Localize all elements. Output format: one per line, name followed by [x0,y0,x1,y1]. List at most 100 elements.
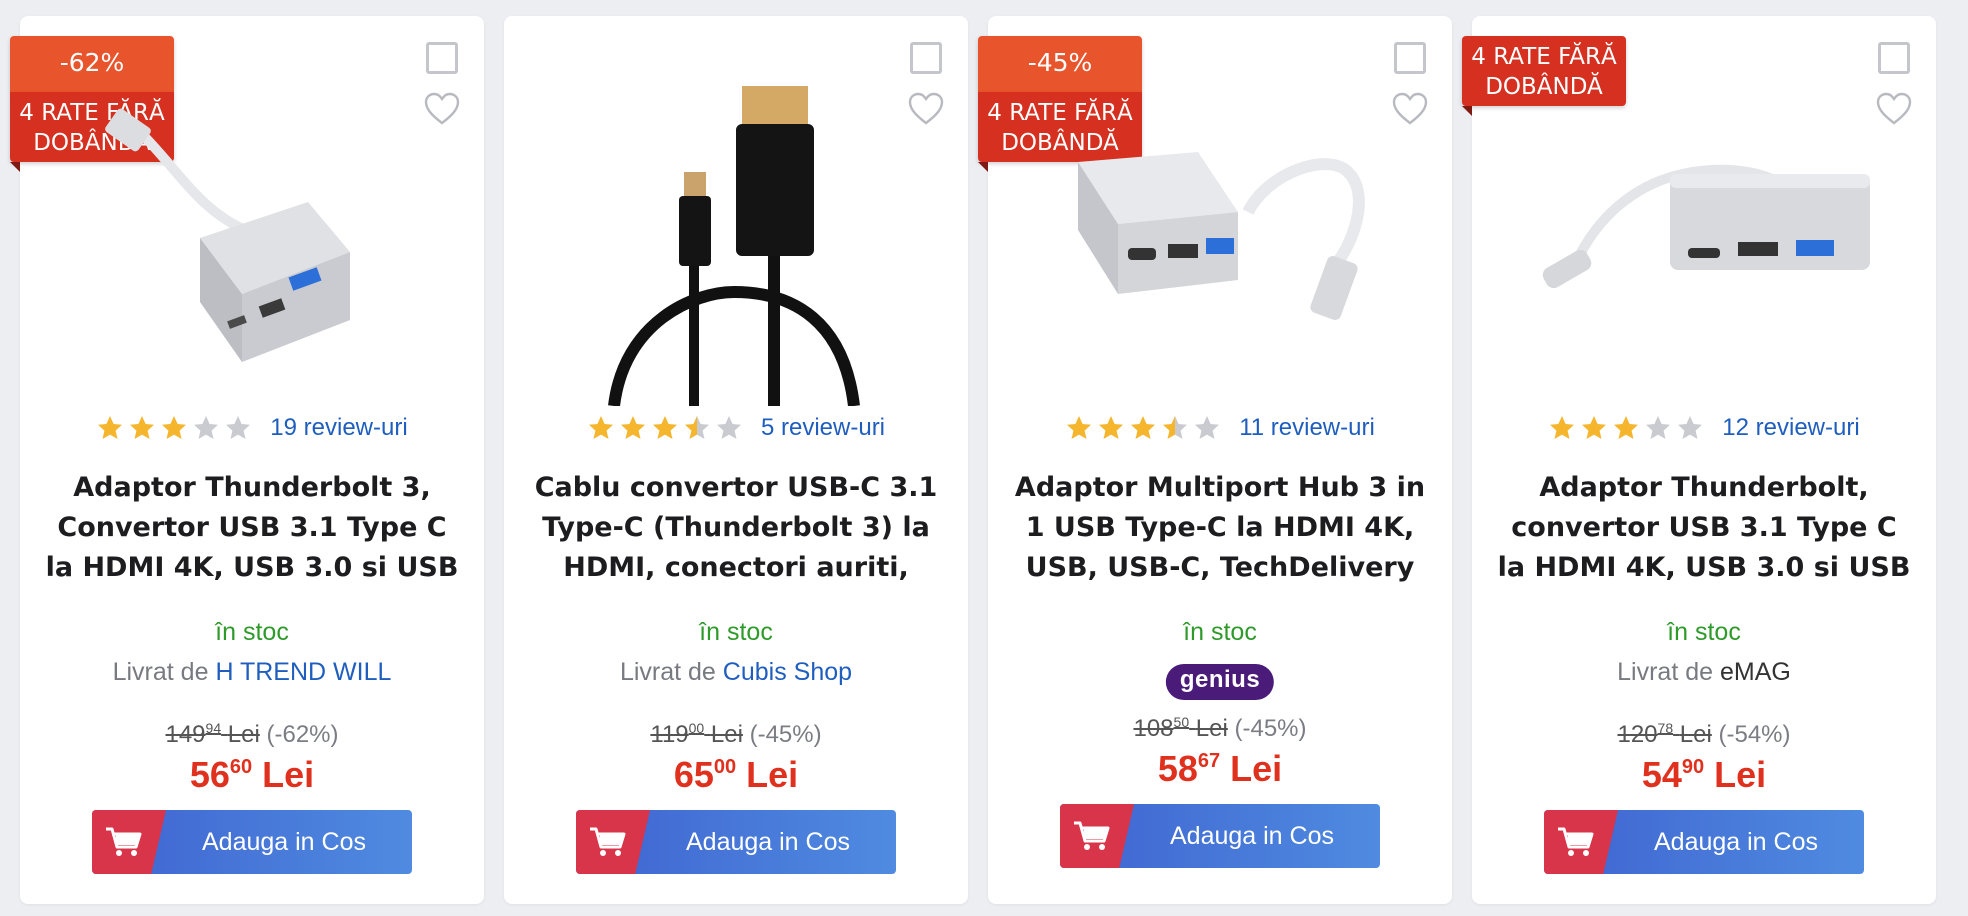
old-price-currency: Lei [710,721,743,748]
old-price-discount: (-45%) [749,721,822,748]
old-price-discount: (-45%) [1234,715,1307,742]
old-price-dec: 78 [1657,720,1674,736]
old-price-int: 120 [1617,721,1658,748]
product-title[interactable]: Adaptor Multiport Hub 3 in 1 USB Type-C … [1012,468,1428,588]
product-card[interactable]: -45% 4 RATE FĂRĂ DOBÂNDĂ 11 review-uri A… [978,16,1452,904]
seller-link[interactable]: H TREND WILL [215,658,391,686]
genius-badge: genius [1165,664,1275,700]
rating-stars [96,414,252,442]
product-image[interactable] [60,62,444,406]
product-image[interactable] [1028,62,1412,406]
add-to-cart-button[interactable]: Adauga in Cos [1544,810,1864,874]
seller-prefix: Livrat de [619,658,716,686]
old-price-dec: 00 [688,720,705,736]
rating[interactable]: 11 review-uri [988,414,1452,442]
badge-fold [10,162,20,172]
current-price: 5867 Lei [988,748,1452,790]
product-card[interactable]: 5 review-uri Cablu convertor USB-C 3.1 T… [504,16,968,904]
product-title[interactable]: Adaptor Thunderbolt, convertor USB 3.1 T… [1496,468,1912,588]
price-dec: 90 [1681,756,1705,778]
cart-icon-wrap [92,810,166,874]
price-int: 54 [1641,754,1682,795]
badge-fold [978,162,988,172]
star-empty-icon [1678,416,1703,439]
old-price-int: 119 [650,721,689,748]
reviews-link[interactable]: 5 review-uri [761,414,885,442]
price-dec: 67 [1197,750,1221,772]
star-filled-icon [98,416,123,439]
current-price: 6500 Lei [504,754,968,796]
price-currency: Lei [746,754,799,795]
cart-icon [1074,821,1110,850]
old-price-int: 108 [1133,715,1174,742]
add-to-cart-label: Adauga in Cos [685,827,850,856]
product-title[interactable]: Adaptor Thunderbolt 3, Convertor USB 3.1… [44,468,460,588]
stock-status: în stoc [1183,618,1257,646]
reviews-link[interactable]: 19 review-uri [270,414,407,442]
add-to-cart-label: Adauga in Cos [201,827,366,856]
add-to-cart-button[interactable]: Adauga in Cos [576,810,896,874]
seller-link[interactable]: eMAG [1720,658,1791,686]
product-image[interactable] [1512,62,1896,406]
add-to-cart-button[interactable]: Adauga in Cos [1060,804,1380,868]
star-empty-icon [716,416,741,439]
old-price-int: 149 [165,721,206,748]
stock-status: în stoc [699,618,773,646]
star-filled-icon [1614,416,1639,439]
old-price-discount: (-62%) [266,721,339,748]
add-to-cart-label: Adauga in Cos [1653,827,1818,856]
rating[interactable]: 5 review-uri [504,414,968,442]
star-filled-icon [1550,416,1575,439]
price-currency: Lei [1714,754,1767,795]
star-filled-icon [652,416,677,439]
stock-status: în stoc [215,618,289,646]
product-card[interactable]: 4 RATE FĂRĂ DOBÂNDĂ 12 review-uri Adapto… [1462,16,1936,904]
price-int: 58 [1157,748,1198,789]
old-price-dec: 50 [1173,714,1190,730]
star-empty-icon [1646,416,1671,439]
cart-icon [590,827,626,856]
price-int: 56 [189,754,230,795]
cart-icon-wrap [1060,804,1134,868]
star-empty-icon [226,416,251,439]
old-price: 10850 Lei (-45%) [988,714,1452,743]
product-title[interactable]: Cablu convertor USB-C 3.1 Type-C (Thunde… [528,468,944,588]
star-empty-icon [1195,416,1220,439]
rating-stars [587,414,743,442]
old-price-currency: Lei [1195,715,1228,742]
product-image[interactable] [544,62,928,406]
price-int: 65 [673,754,714,795]
star-half-icon [1163,416,1188,439]
rating[interactable]: 19 review-uri [20,414,484,442]
cart-icon [106,827,142,856]
reviews-link[interactable]: 12 review-uri [1722,414,1859,442]
old-price-dec: 94 [205,720,222,736]
old-price: 12078 Lei (-54%) [1472,720,1936,749]
reviews-link[interactable]: 11 review-uri [1239,414,1375,442]
add-to-cart-label: Adauga in Cos [1169,821,1334,850]
price-dec: 00 [713,756,737,778]
seller-info: Livrat de H TREND WILL [20,658,484,687]
old-price-currency: Lei [227,721,260,748]
product-grid: -62% 4 RATE FĂRĂ DOBÂNDĂ 19 review-uri A… [10,16,1936,904]
star-filled-icon [162,416,187,439]
star-filled-icon [130,416,155,439]
product-card[interactable]: -62% 4 RATE FĂRĂ DOBÂNDĂ 19 review-uri A… [10,16,484,904]
add-to-cart-button[interactable]: Adauga in Cos [92,810,412,874]
seller-prefix: Livrat de [1617,658,1714,686]
rating-stars [1065,414,1221,442]
old-price: 14994 Lei (-62%) [20,720,484,749]
star-filled-icon [1582,416,1607,439]
star-filled-icon [1099,416,1124,439]
star-half-icon [684,416,709,439]
seller-info: Livrat de Cubis Shop [504,658,968,687]
badge-fold [1462,106,1472,116]
cart-icon-wrap [576,810,650,874]
cart-icon [1558,827,1594,856]
rating[interactable]: 12 review-uri [1472,414,1936,442]
old-price-discount: (-54%) [1718,721,1791,748]
price-currency: Lei [1230,748,1283,789]
seller-link[interactable]: Cubis Shop [723,658,852,686]
price-currency: Lei [262,754,315,795]
seller-info: Livrat de eMAG [1472,658,1936,687]
